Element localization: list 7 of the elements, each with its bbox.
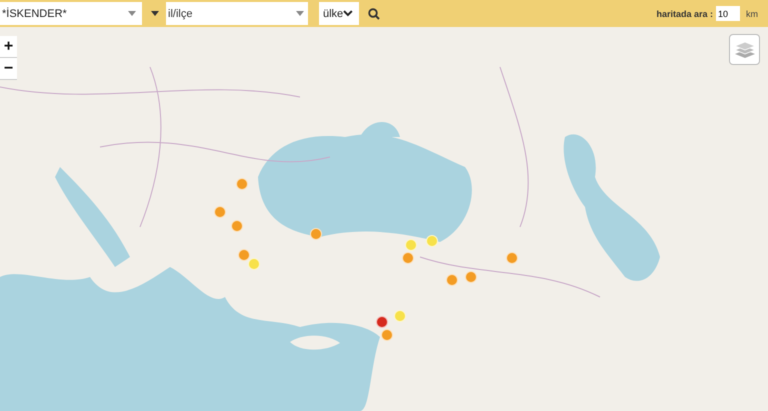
radius-label: haritada ara :: [656, 8, 713, 18]
zoom-in-button[interactable]: +: [0, 36, 17, 58]
radius-unit: km: [746, 8, 758, 18]
country-select[interactable]: ülke: [319, 2, 359, 25]
radius-field[interactable]: 10: [716, 6, 740, 21]
district-field[interactable]: il/ilçe: [166, 2, 294, 25]
name-select[interactable]: *İSKENDER*: [0, 2, 142, 25]
